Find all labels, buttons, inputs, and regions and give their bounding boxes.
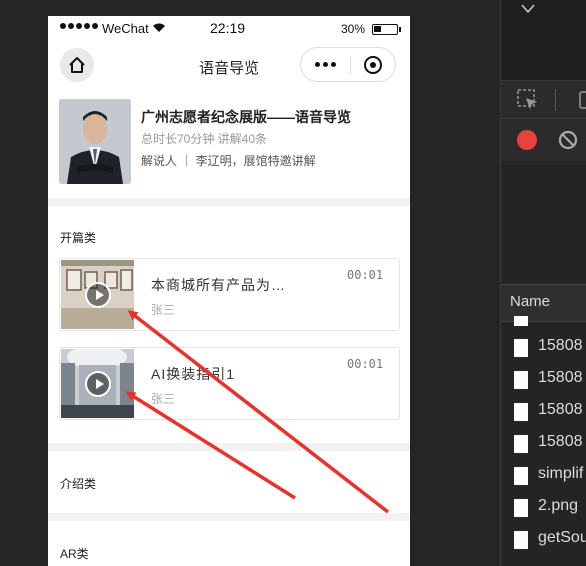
file-icon bbox=[514, 531, 528, 549]
column-header-name: Name bbox=[510, 293, 551, 310]
annotation-arrow bbox=[127, 310, 390, 514]
network-row[interactable]: getSou bbox=[501, 524, 586, 556]
toolbar-divider bbox=[555, 89, 556, 111]
record-icon[interactable] bbox=[517, 130, 537, 150]
file-icon bbox=[514, 467, 528, 485]
network-file-name: 15808 bbox=[538, 433, 583, 450]
devtools-toolbar bbox=[501, 80, 586, 119]
file-icon bbox=[514, 403, 528, 421]
network-file-name: getSou bbox=[538, 529, 586, 546]
network-file-name: 15808 bbox=[538, 369, 583, 386]
network-file-name: simplif bbox=[538, 465, 584, 482]
network-file-name: 2.png bbox=[538, 497, 579, 514]
network-file-name: 15808 bbox=[538, 337, 583, 354]
network-row[interactable]: 15808 bbox=[501, 364, 586, 396]
file-icon bbox=[514, 316, 528, 326]
file-icon bbox=[514, 371, 528, 389]
network-row[interactable]: 15808 bbox=[501, 396, 586, 428]
network-row[interactable]: 15808 bbox=[501, 428, 586, 460]
annotation-arrow bbox=[125, 391, 296, 500]
network-row[interactable]: 15808 bbox=[501, 332, 586, 364]
file-icon bbox=[514, 499, 528, 517]
network-row[interactable] bbox=[501, 316, 586, 328]
network-row[interactable]: simplif bbox=[501, 460, 586, 492]
devtools-panel: Name 15808 15808 15808 15808 simplif 2.p… bbox=[500, 0, 586, 566]
annotation-arrows bbox=[125, 310, 390, 514]
device-icon[interactable] bbox=[579, 91, 586, 109]
network-toolbar bbox=[501, 118, 586, 161]
chevron-down-icon[interactable] bbox=[521, 4, 535, 14]
clear-icon[interactable] bbox=[558, 130, 578, 150]
network-row[interactable]: 2.png bbox=[501, 492, 586, 524]
devtools-top-area bbox=[501, 0, 586, 80]
inspect-icon[interactable] bbox=[517, 89, 539, 111]
file-icon bbox=[514, 435, 528, 453]
network-file-name: 15808 bbox=[538, 401, 583, 418]
file-icon bbox=[514, 339, 528, 357]
